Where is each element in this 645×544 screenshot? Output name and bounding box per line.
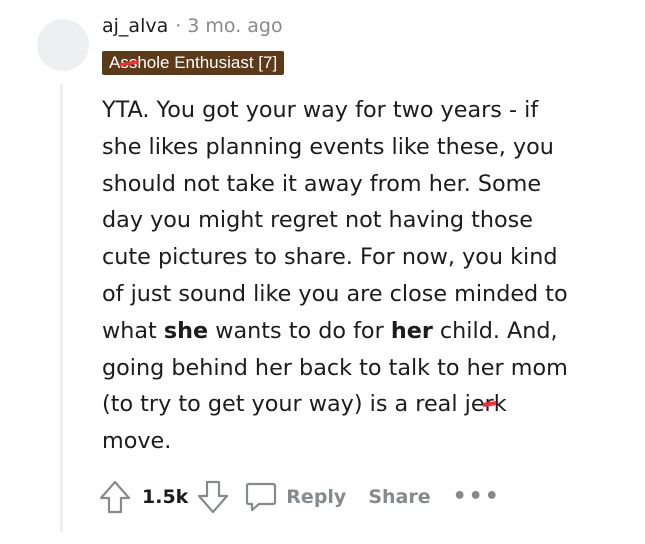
bold-text: she: [163, 317, 209, 344]
comment-line: day you might regret not having those: [102, 207, 533, 234]
thread-line[interactable]: [60, 84, 63, 532]
censored-text: r: [485, 386, 494, 423]
text-segment: child. And,: [432, 317, 558, 344]
comment-line: cute pictures to share. For now, you kin…: [102, 244, 558, 271]
meta-separator: ·: [175, 15, 182, 37]
share-button[interactable]: Share: [368, 486, 430, 508]
username-link[interactable]: aj_alva: [102, 15, 168, 37]
text-segment: wants to do for: [208, 317, 391, 344]
reply-label: Reply: [286, 486, 347, 508]
downvote-button[interactable]: [196, 479, 230, 515]
comment-body: YTA. You got your way for two years - if…: [102, 92, 622, 460]
comment-line: should not take it away from her. Some: [102, 170, 542, 197]
text-segment: what: [102, 317, 164, 344]
comment-line: of just sound like you are close minded …: [102, 280, 568, 307]
comment-meta: aj_alva · 3 mo. ago: [102, 12, 283, 40]
reply-button[interactable]: Reply: [244, 480, 346, 514]
text-segment: (to try to get your way) is a real je: [102, 391, 485, 418]
comment-line: what she wants to do for her child. And,: [102, 313, 622, 350]
timestamp[interactable]: 3 mo. ago: [187, 15, 282, 37]
comment-bubble-icon: [246, 482, 277, 512]
upvote-button[interactable]: [98, 479, 132, 515]
comment-actions: 1.5k Reply Share •••: [98, 476, 501, 518]
downvote-icon: [198, 480, 229, 514]
comment-line: she likes planning events like these, yo…: [102, 133, 554, 160]
user-avatar[interactable]: [37, 19, 89, 71]
vote-score: 1.5k: [142, 486, 189, 508]
comment-line: YTA. You got your way for two years - if: [102, 97, 539, 123]
upvote-icon: [99, 480, 131, 514]
flair-prefix: A: [109, 53, 121, 72]
flair-suffix: hole Enthusiast [7]: [137, 53, 278, 72]
flair-censored-text: ss: [120, 51, 137, 75]
user-flair: Asshole Enthusiast [7]: [102, 51, 285, 75]
more-options-icon[interactable]: •••: [453, 486, 501, 508]
comment-line: (to try to get your way) is a real jerk: [102, 386, 622, 423]
comment-line: move.: [102, 428, 172, 455]
bold-text: her: [390, 317, 433, 344]
comment-line: going behind her back to talk to her mom: [102, 354, 568, 381]
